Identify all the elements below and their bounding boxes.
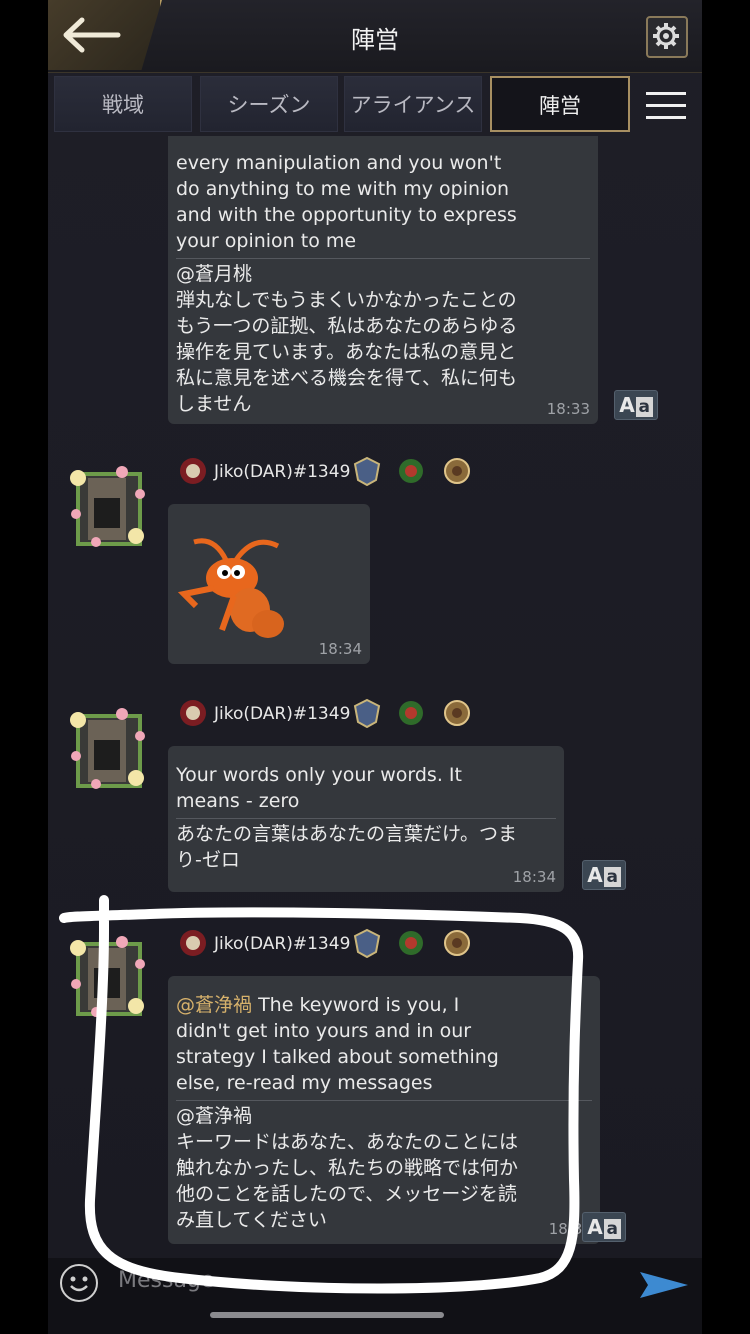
- gear-icon: [653, 23, 679, 49]
- message-original-text: Your words only your words. It means - z…: [176, 764, 462, 812]
- menu-button[interactable]: [646, 92, 686, 120]
- ant-sticker-icon: [177, 538, 284, 638]
- emoji-button[interactable]: [60, 1264, 98, 1302]
- send-arrow-icon: [640, 1272, 688, 1298]
- tab-alliance[interactable]: アライアンス: [344, 76, 482, 132]
- channel-tabs: 戦域 シーズン アライアンス 陣営: [48, 74, 702, 136]
- message-time: 18:33: [546, 400, 590, 418]
- message-bubble[interactable]: @蒼浄禍 The keyword is you, I didn't get in…: [168, 976, 600, 1244]
- smiley-icon: [70, 1276, 88, 1292]
- message-list[interactable]: every manipulation and you won't do anyt…: [48, 136, 702, 1256]
- message-time: 18:34: [318, 640, 362, 658]
- send-button[interactable]: [640, 1270, 688, 1304]
- rank-emblem-icon: [180, 700, 206, 726]
- username: Jiko(DAR)#1349: [214, 462, 351, 482]
- tab-season[interactable]: シーズン: [200, 76, 338, 132]
- menu-icon: [646, 92, 686, 95]
- crest-badge-icon: [444, 700, 470, 726]
- message-mention[interactable]: @蒼浄禍: [176, 994, 252, 1016]
- tab-theater[interactable]: 戦域: [54, 76, 192, 132]
- message-translated-text: あなたの言葉はあなたの言葉だけ。つまり-ゼロ: [176, 823, 518, 871]
- page-title: 陣営: [351, 26, 399, 54]
- settings-button[interactable]: [646, 16, 688, 58]
- avatar-flower-frame-icon: [70, 466, 145, 547]
- message-input-bar: Message: [48, 1258, 702, 1334]
- translate-button[interactable]: Aa: [582, 860, 626, 890]
- shield-badge-icon: [353, 698, 381, 728]
- message-header: Jiko(DAR)#1349: [176, 928, 496, 962]
- message-bubble[interactable]: every manipulation and you won't do anyt…: [168, 136, 598, 424]
- crest-badge-icon: [444, 930, 470, 956]
- message-bubble[interactable]: Your words only your words. It means - z…: [168, 746, 564, 892]
- message-header: Jiko(DAR)#1349: [176, 698, 496, 732]
- message-translated-text: キーワードはあなた、あなたのことには触れなかったし、私たちの戦略では何か他のこと…: [176, 1131, 519, 1231]
- wreath-badge-icon: [399, 931, 423, 955]
- translation-divider: [176, 258, 590, 259]
- tab-faction[interactable]: 陣営: [490, 76, 630, 132]
- message-time: 18:34: [512, 868, 556, 886]
- shield-badge-icon: [353, 456, 381, 486]
- wreath-badge-icon: [399, 459, 423, 483]
- translation-mention: @蒼月桃: [176, 263, 253, 285]
- right-letterbox: [702, 0, 750, 1334]
- top-bar: 陣営: [48, 0, 702, 73]
- avatar[interactable]: [66, 464, 150, 548]
- translation-divider: [176, 818, 556, 819]
- translate-button[interactable]: Aa: [614, 390, 658, 420]
- crest-badge-icon: [444, 458, 470, 484]
- translation-mention: @蒼浄禍: [176, 1105, 253, 1127]
- rank-emblem-icon: [180, 458, 206, 484]
- left-letterbox: [0, 0, 48, 1334]
- home-indicator[interactable]: [210, 1312, 444, 1318]
- message-input[interactable]: Message: [118, 1268, 214, 1293]
- sticker-bubble[interactable]: 18:34: [168, 504, 370, 664]
- message-original-text: every manipulation and you won't do anyt…: [176, 152, 517, 252]
- chat-screen: 陣営 戦域 シーズン アライアンス 陣営 every manipulation …: [48, 0, 702, 1334]
- wreath-badge-icon: [399, 701, 423, 725]
- message-translated-text: 弾丸なしでもうまくいかなかったことのもう一つの証拠、私はあなたのあらゆる操作を見…: [176, 289, 518, 415]
- message-header: Jiko(DAR)#1349: [176, 456, 496, 490]
- username: Jiko(DAR)#1349: [214, 704, 351, 724]
- avatar-flower-frame-icon: [70, 936, 145, 1017]
- rank-emblem-icon: [180, 930, 206, 956]
- avatar[interactable]: [66, 934, 150, 1018]
- translation-divider: [176, 1100, 592, 1101]
- avatar-flower-frame-icon: [70, 708, 145, 789]
- translate-button[interactable]: Aa: [582, 1212, 626, 1242]
- username: Jiko(DAR)#1349: [214, 934, 351, 954]
- avatar[interactable]: [66, 706, 150, 790]
- message-original: @蒼浄禍 The keyword is you, I didn't get in…: [176, 992, 506, 1096]
- shield-badge-icon: [353, 928, 381, 958]
